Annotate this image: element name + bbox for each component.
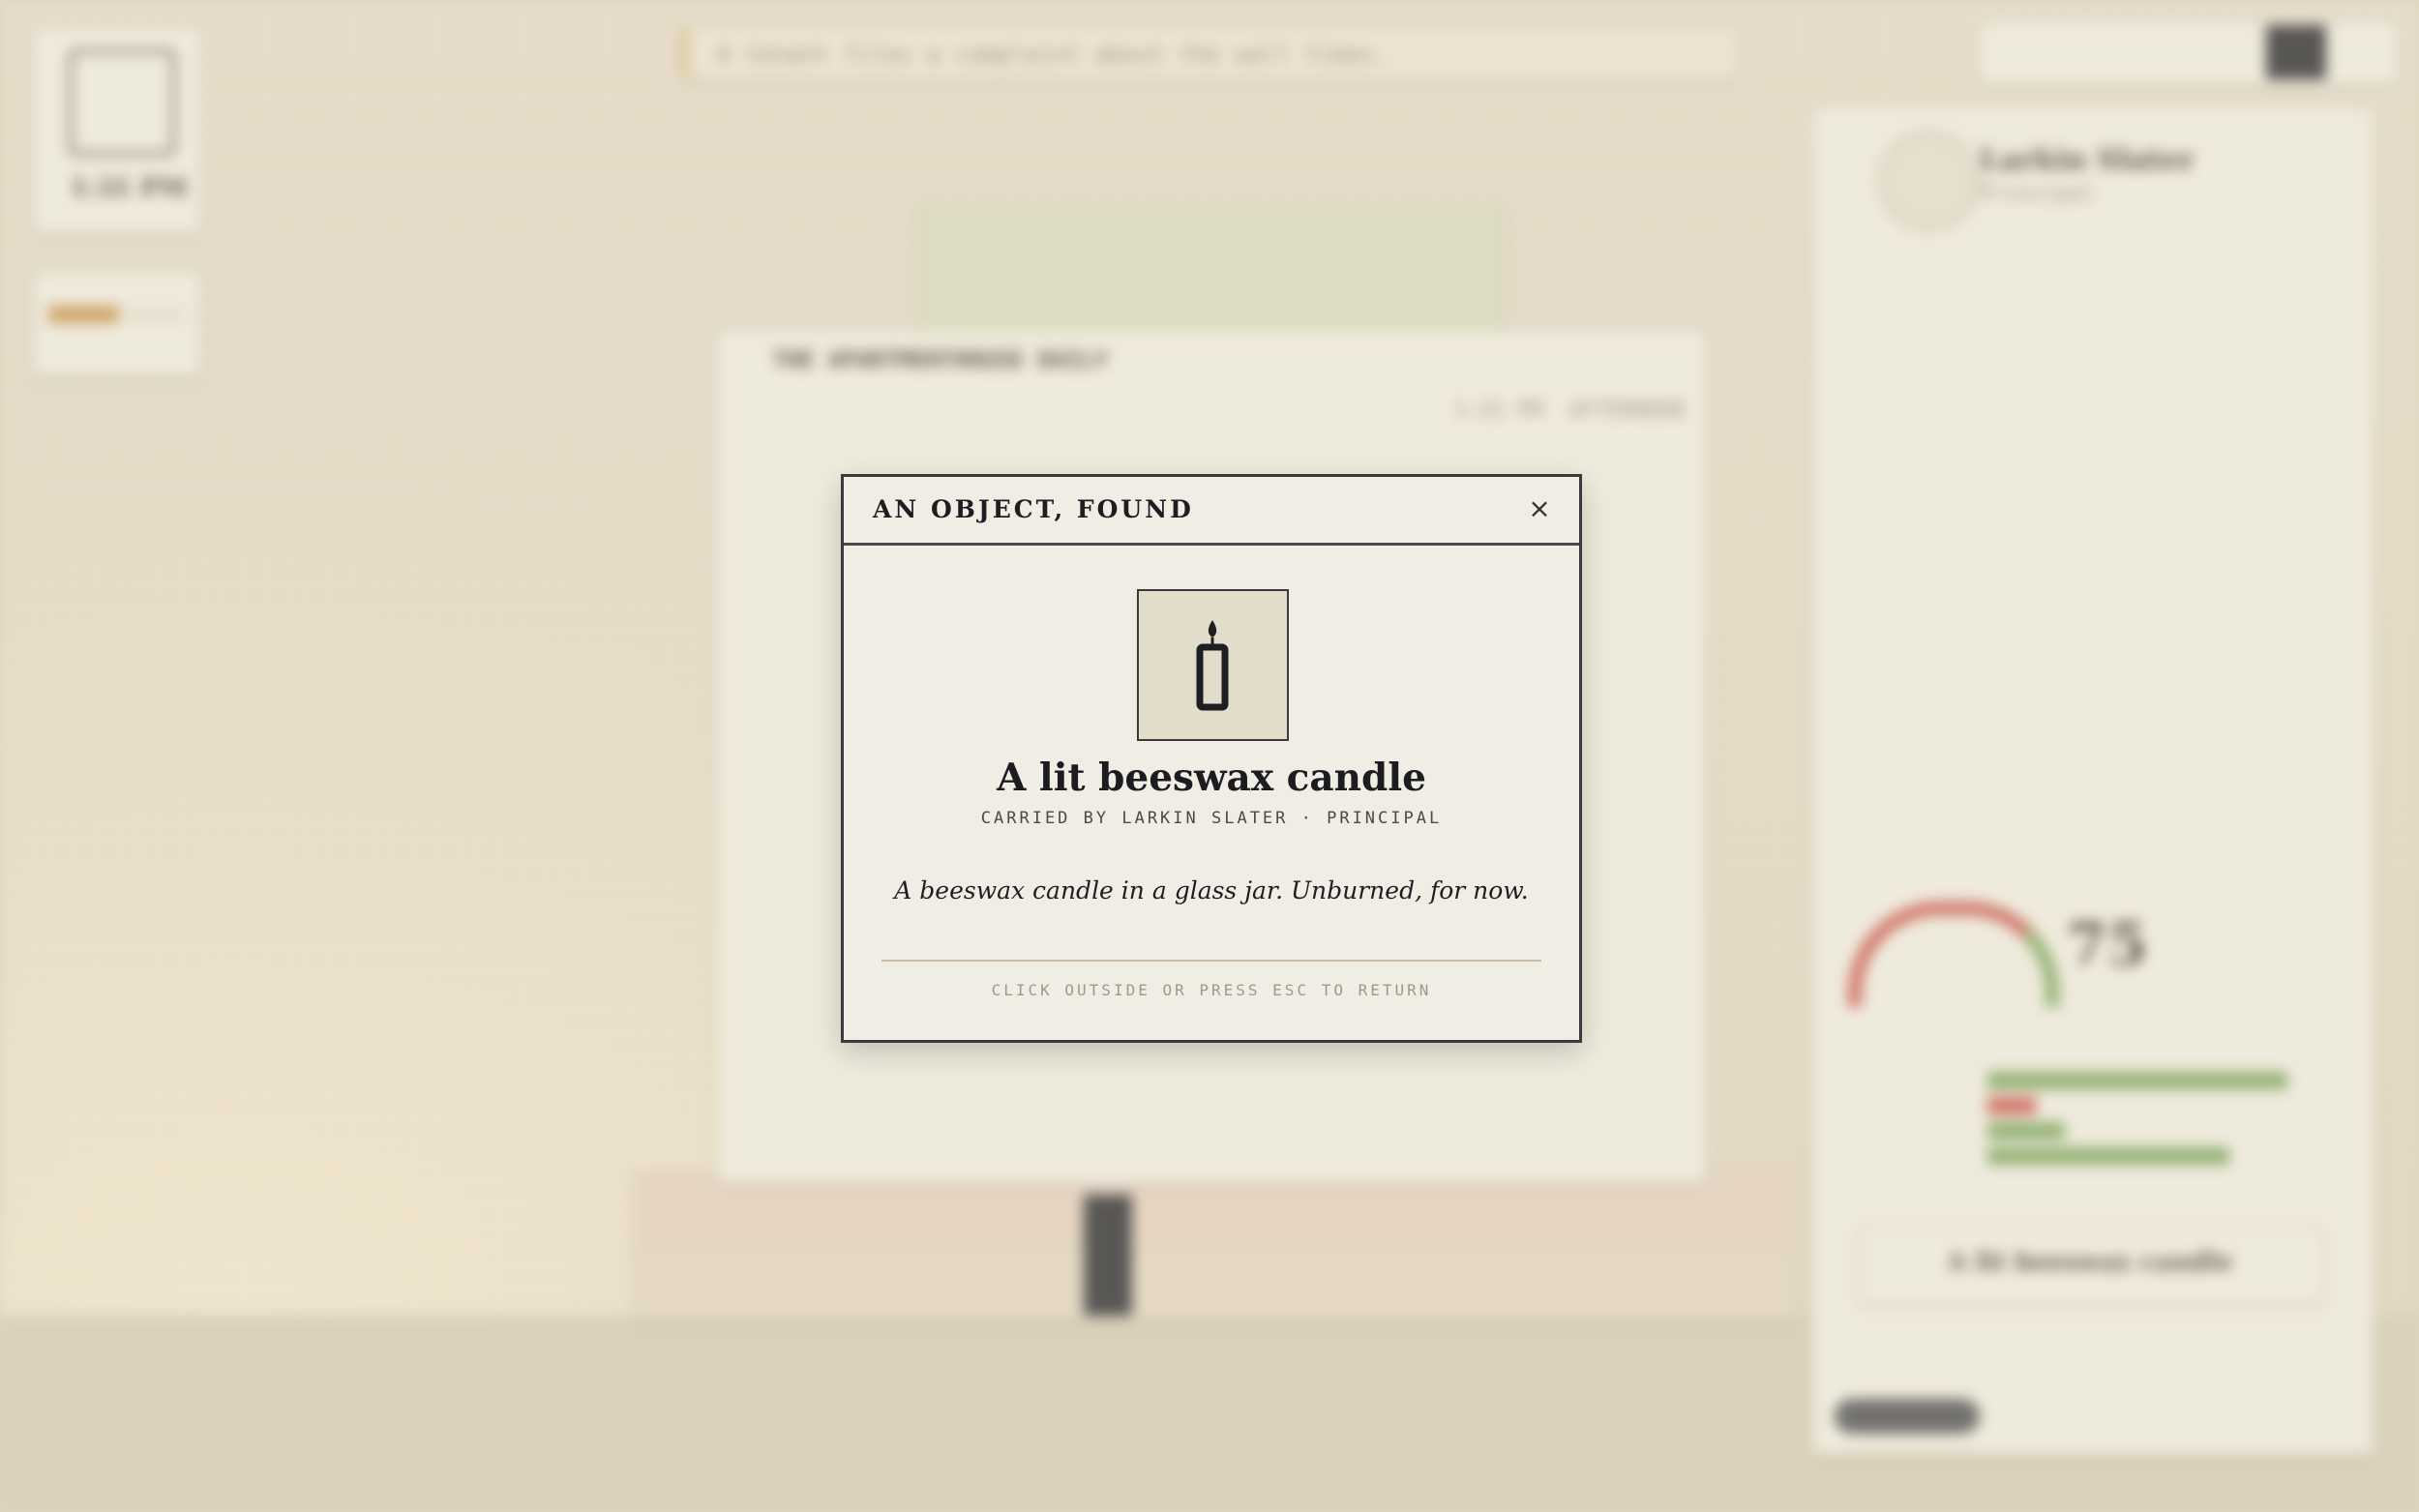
item-icon-frame — [1137, 589, 1289, 741]
dismiss-hint: CLICK OUTSIDE OR PRESS ESC TO RETURN — [991, 981, 1432, 999]
modal-divider — [881, 960, 1541, 962]
item-carrier: CARRIED BY LARKIN SLATER · PRINCIPAL — [980, 809, 1443, 828]
modal-title: AN OBJECT, FOUND — [873, 495, 1194, 523]
close-button[interactable]: × — [1525, 494, 1554, 523]
modal-header: AN OBJECT, FOUND × — [844, 477, 1579, 546]
item-description: A beeswax candle in a glass jar. Unburne… — [894, 876, 1529, 904]
item-name: A lit beeswax candle — [997, 756, 1426, 800]
object-found-modal: AN OBJECT, FOUND × A lit beeswax candle … — [841, 474, 1582, 1043]
candle-icon — [1196, 620, 1229, 711]
